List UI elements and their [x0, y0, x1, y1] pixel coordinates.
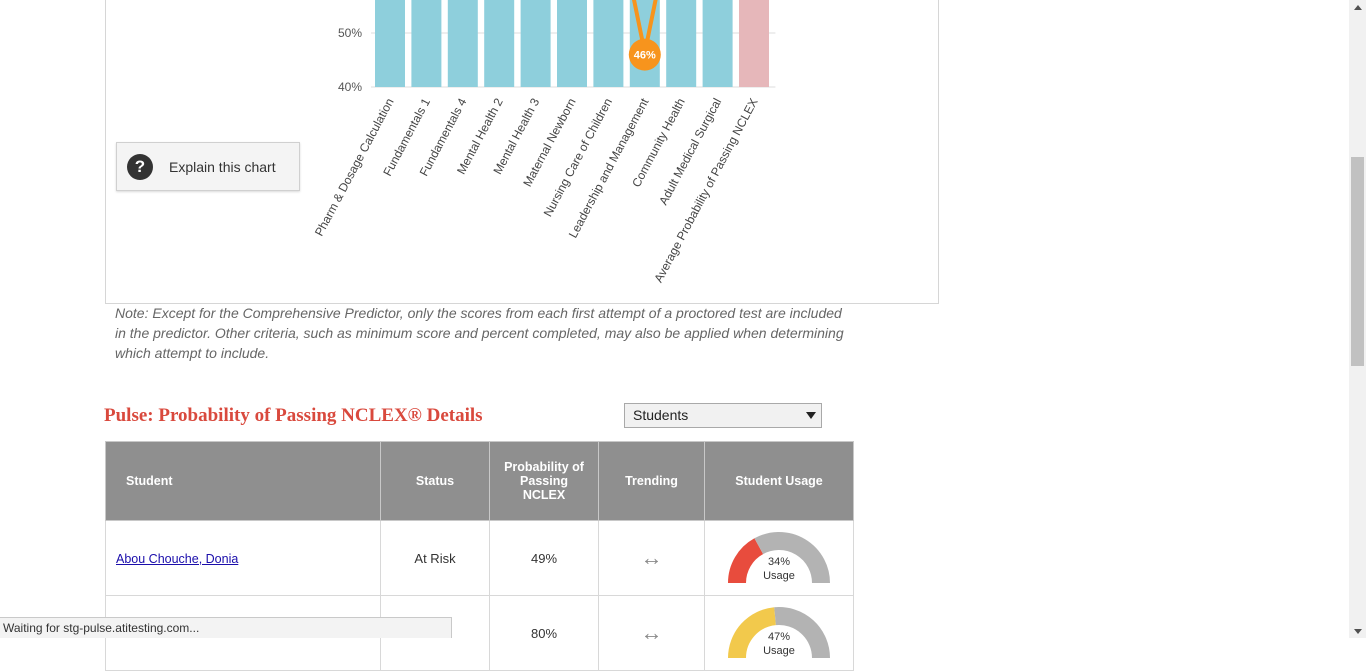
- table-row: Abou Chouche, Donia At Risk 49% ↔ 34% Us…: [105, 520, 854, 596]
- student-cell: Abou Chouche, Donia: [105, 520, 381, 596]
- header-probability[interactable]: Probability of Passing NCLEX: [489, 441, 599, 521]
- chart-bar: [593, 0, 624, 87]
- usage-gauge: 47% Usage: [727, 606, 831, 660]
- scroll-up-arrow-icon[interactable]: [1349, 0, 1366, 14]
- chart-bar: [411, 0, 442, 87]
- probability-cell: 49%: [489, 520, 599, 596]
- y-tick-label: 40%: [338, 80, 362, 94]
- scrollbar-thumb[interactable]: [1351, 157, 1364, 366]
- select-value: Students: [633, 407, 689, 423]
- chart-bar: [484, 0, 515, 87]
- scroll-down-arrow-icon[interactable]: [1349, 624, 1366, 638]
- table-header-row: Student Status Probability of Passing NC…: [105, 441, 854, 521]
- help-question-icon: ?: [127, 153, 153, 180]
- chart-bar: [520, 0, 551, 87]
- predictor-note: Note: Except for the Comprehensive Predi…: [115, 305, 844, 361]
- header-status[interactable]: Status: [380, 441, 490, 521]
- trend-flat-icon: ↔: [640, 545, 663, 570]
- chart-bar: [702, 0, 733, 87]
- chart-bar: [557, 0, 587, 87]
- chart-bar: [375, 0, 405, 88]
- usage-label: Usage: [763, 645, 795, 657]
- explain-chart-button[interactable]: ? Explain this chart: [116, 142, 300, 191]
- chart-bar: [447, 0, 478, 87]
- trending-cell: ↔: [598, 520, 705, 596]
- usage-label: Usage: [763, 570, 795, 582]
- header-trending[interactable]: Trending: [598, 441, 705, 521]
- vertical-scrollbar[interactable]: [1349, 0, 1366, 638]
- browser-status-bar: Waiting for stg-pulse.atitesting.com...: [0, 617, 452, 638]
- usage-cell: 47% Usage: [704, 595, 854, 671]
- chart-bar: [666, 0, 697, 87]
- y-tick-label: 50%: [338, 26, 362, 40]
- usage-percent: 34%: [767, 556, 791, 568]
- chart-bar: [739, 0, 769, 87]
- trend-flat-icon: ↔: [640, 620, 663, 645]
- view-filter-select[interactable]: Students: [624, 403, 822, 428]
- usage-cell: 34% Usage: [704, 520, 854, 596]
- header-student[interactable]: Student: [105, 441, 381, 521]
- explain-chart-label: Explain this chart: [169, 158, 276, 175]
- header-usage[interactable]: Student Usage: [704, 441, 854, 521]
- usage-gauge: 34% Usage: [727, 531, 831, 585]
- usage-percent: 47%: [767, 631, 791, 643]
- x-tick-label: Nursing Care of Children: [541, 96, 615, 219]
- data-point-label: 46%: [634, 50, 656, 62]
- section-title: Pulse: Probability of Passing NCLEX® Det…: [104, 405, 483, 426]
- student-link[interactable]: Abou Chouche, Donia: [116, 552, 238, 566]
- chevron-down-icon: [801, 404, 821, 427]
- probability-cell: 80%: [489, 595, 599, 671]
- trending-cell: ↔: [598, 595, 705, 671]
- status-cell: At Risk: [380, 520, 490, 596]
